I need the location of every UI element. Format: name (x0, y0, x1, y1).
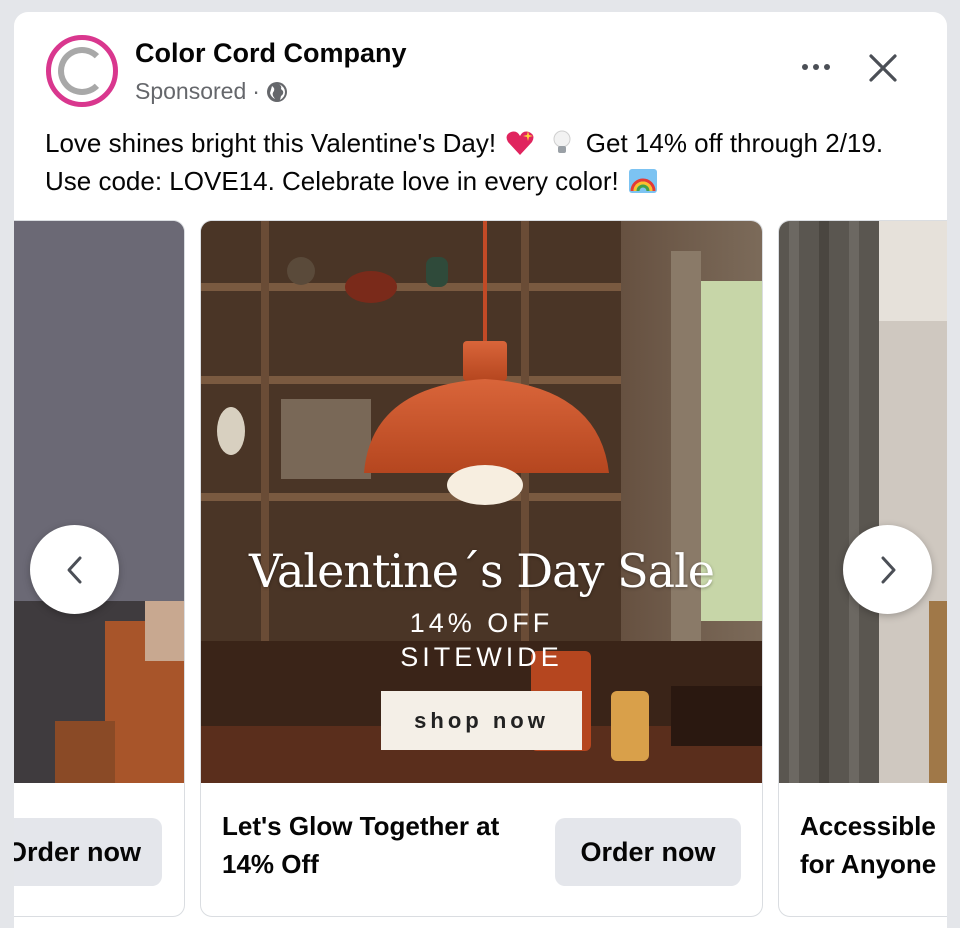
dot-icon (802, 64, 808, 70)
rainbow-icon (628, 169, 657, 193)
sale-headline: Valentine´s Day Sale (248, 544, 715, 598)
card-image[interactable] (779, 221, 947, 783)
more-options-button[interactable] (794, 50, 838, 84)
post-text-part1: Love shines bright this Valentine's Day! (45, 128, 497, 158)
carousel-next-button[interactable] (843, 525, 932, 614)
page-name[interactable]: Color Cord Company (135, 38, 407, 69)
sponsored-text: Sponsored (135, 78, 247, 104)
chevron-left-icon (67, 556, 81, 583)
chevron-right-icon (881, 556, 895, 583)
sale-discount: 14% OFF (409, 608, 554, 638)
post-text: Love shines bright this Valentine's Day!… (45, 124, 925, 200)
sponsored-post: Color Cord Company Sponsored · Love shin… (14, 12, 947, 928)
sale-sitewide: SITEWIDE (400, 642, 563, 672)
carousel-prev-button[interactable] (30, 525, 119, 614)
order-now-button[interactable]: Order now (555, 818, 741, 886)
card-title: Let's Glow Together at 14% Off (222, 811, 500, 879)
curtain-room-photo (779, 221, 947, 783)
dot-icon (813, 64, 819, 70)
card-image[interactable] (14, 221, 184, 783)
shop-now-button[interactable]: shop now (381, 691, 582, 750)
room-photo (14, 221, 184, 783)
sparkling-heart-icon (506, 131, 534, 155)
close-icon[interactable] (863, 48, 903, 88)
card-image[interactable]: Valentine´s Day Sale 14% OFF SITEWIDE sh… (201, 221, 762, 783)
order-now-button[interactable]: Order now (14, 818, 162, 886)
card-title: Accessible for Anyone (800, 811, 937, 879)
sponsored-label: Sponsored · (135, 78, 288, 105)
logo-c-icon (58, 47, 106, 95)
dot-icon (824, 64, 830, 70)
globe-icon[interactable] (266, 81, 288, 103)
page-avatar[interactable] (46, 35, 118, 107)
carousel-card-main[interactable]: Valentine´s Day Sale 14% OFF SITEWIDE sh… (200, 220, 763, 917)
separator: · (252, 78, 260, 104)
light-bulb-icon (553, 130, 571, 153)
